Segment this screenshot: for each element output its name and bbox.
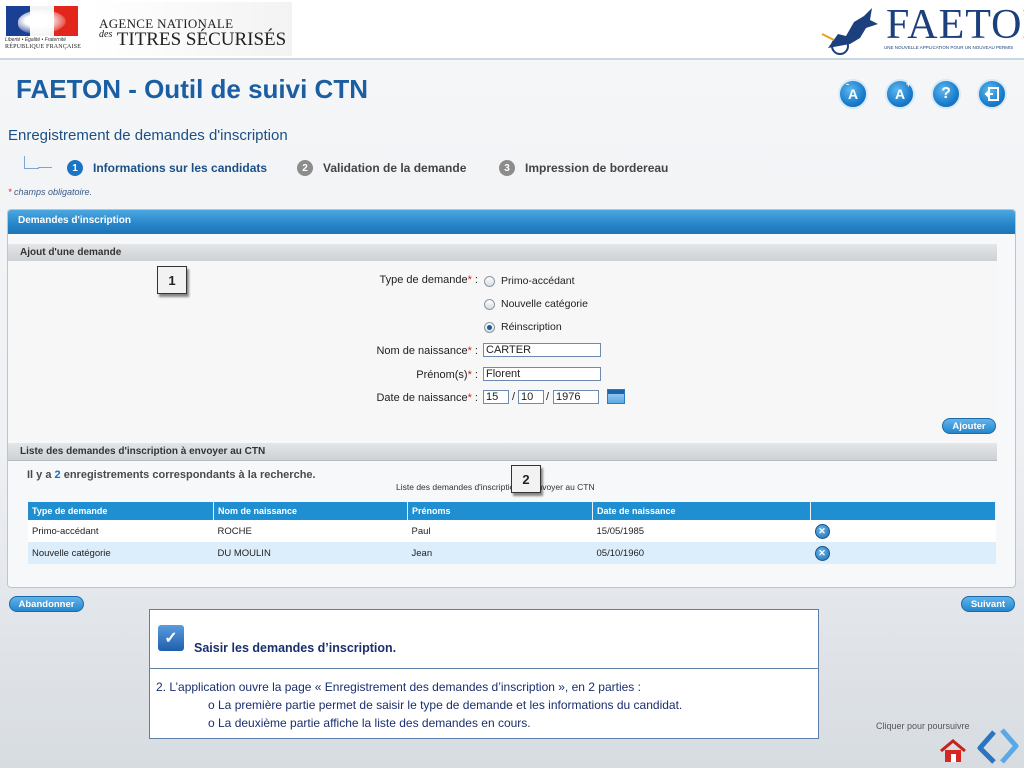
add-request-title: Ajout d'une demande	[20, 247, 122, 258]
instruction-line: 2. L’application ouvre la page « Enregis…	[156, 680, 641, 694]
font-decrease-icon: A-	[845, 79, 859, 102]
instruction-title: Saisir les demandes d’inscription.	[194, 641, 397, 655]
cell-birth-date: 05/10/1960	[592, 542, 811, 564]
requests-table: Type de demande Nom de naissance Prénoms…	[28, 502, 996, 564]
step-candidates-info: 1 Informations sur les candidats	[67, 160, 267, 176]
help-button[interactable]: ?	[931, 79, 961, 109]
faeton-wordmark: FAETON	[886, 2, 1024, 48]
republic-label: RÉPUBLIQUE FRANÇAISE	[5, 44, 82, 50]
home-icon[interactable]	[938, 738, 968, 764]
step-validation: 2 Validation de la demande	[297, 160, 466, 176]
instruction-box: ✓ Saisir les demandes d’inscription. 2. …	[149, 609, 819, 739]
birth-name-input[interactable]: CARTER	[483, 343, 601, 357]
annotation-marker-1: 1	[157, 266, 187, 294]
required-fields-note: * champs obligatoire.	[8, 187, 93, 197]
cell-first-names: Jean	[407, 542, 593, 564]
cell-actions: ✕	[810, 520, 996, 542]
first-name-label: Prénom(s)* :	[416, 369, 478, 381]
step-label: Impression de bordereau	[525, 161, 669, 175]
marianne-logo	[6, 6, 78, 36]
radio-reinscription-label: Réinscription	[501, 321, 562, 333]
table-caption: Liste des demandes d'inscriptions à envo…	[396, 482, 595, 492]
result-count: Il y a 2 enregistrements correspondants …	[27, 469, 316, 481]
checkmark-icon: ✓	[158, 625, 184, 651]
radio-primo-label: Primo-accédant	[501, 275, 575, 287]
continue-hint: Cliquer pour poursuivre	[876, 721, 970, 731]
steps-connector-line	[38, 167, 52, 168]
cell-birth-name: DU MOULIN	[213, 542, 408, 564]
date-separator: /	[512, 391, 516, 403]
request-list-header: Liste des demandes d'inscription à envoy…	[8, 443, 997, 461]
cell-birth-date: 15/05/1985	[592, 520, 811, 542]
logout-icon	[984, 87, 999, 101]
radio-primo[interactable]: Primo-accédant	[484, 275, 575, 287]
annotation-marker-2: 2	[511, 465, 541, 493]
instruction-header: ✓ Saisir les demandes d’inscription.	[150, 610, 818, 669]
instruction-body: 2. L’application ouvre la page « Enregis…	[156, 678, 682, 730]
col-actions	[810, 502, 996, 520]
abandon-button[interactable]: Abandonner	[9, 596, 84, 612]
chariot-icon	[821, 8, 878, 55]
table-row: Primo-accédant ROCHE Paul 15/05/1985 ✕	[28, 520, 996, 542]
request-list-title: Liste des demandes d'inscription à envoy…	[20, 446, 266, 457]
delete-icon[interactable]: ✕	[814, 523, 830, 539]
calendar-icon[interactable]	[607, 389, 625, 404]
wizard-steps: 1 Informations sur les candidats 2 Valid…	[0, 156, 720, 182]
steps-connector	[24, 156, 39, 169]
step-print: 3 Impression de bordereau	[499, 160, 668, 176]
app-title: FAETON - Outil de suivi CTN	[16, 74, 368, 104]
faeton-tagline: UNE NOUVELLE APPLICATION POUR UN NOUVEAU…	[884, 45, 1014, 50]
first-name-input[interactable]: Florent	[483, 367, 601, 381]
cell-type: Nouvelle catégorie	[28, 542, 214, 564]
cell-actions: ✕	[810, 542, 996, 564]
radio-new-category[interactable]: Nouvelle catégorie	[484, 298, 588, 310]
font-increase-icon: A +	[894, 79, 912, 102]
birth-name-label: Nom de naissance* :	[376, 345, 478, 357]
step-label: Informations sur les candidats	[93, 161, 268, 175]
panel-header: Demandes d'inscription	[8, 210, 1015, 234]
instruction-bullet: o La deuxième partie affiche la liste de…	[208, 716, 531, 730]
add-request-header: Ajout d'une demande	[8, 244, 997, 262]
instruction-bullet: o La première partie permet de saisir le…	[208, 698, 683, 712]
type-label: Type de demande* :	[379, 274, 478, 286]
col-first-names[interactable]: Prénoms	[407, 502, 593, 520]
step-number-2: 2	[297, 160, 313, 176]
col-type[interactable]: Type de demande	[28, 502, 214, 520]
birth-day-input[interactable]: 15	[483, 390, 509, 404]
table-row: Nouvelle catégorie DU MOULIN Jean 05/10/…	[28, 542, 996, 564]
col-birth-name[interactable]: Nom de naissance	[213, 502, 408, 520]
radio-reinscription[interactable]: Réinscription	[484, 321, 562, 333]
radio-new-category-label: Nouvelle catégorie	[501, 298, 588, 310]
cell-type: Primo-accédant	[28, 520, 214, 542]
panel-title: Demandes d'inscription	[18, 215, 131, 226]
top-banner: Liberté • Égalité • Fraternité RÉPUBLIQU…	[0, 0, 1024, 60]
col-birth-date[interactable]: Date de naissance	[592, 502, 811, 520]
next-button[interactable]: Suivant	[961, 596, 1015, 612]
add-button[interactable]: Ajouter	[942, 418, 996, 434]
date-separator: /	[546, 391, 550, 403]
delete-icon[interactable]: ✕	[814, 545, 830, 561]
ants-logo-line2: des TITRES SÉCURISÉS	[99, 29, 287, 50]
radio-new-category-control[interactable]	[484, 298, 495, 310]
font-decrease-button[interactable]: A-	[838, 79, 868, 109]
radio-reinscription-control[interactable]	[484, 321, 495, 333]
table-header-row: Type de demande Nom de naissance Prénoms…	[28, 502, 996, 520]
prev-next-arrows-icon[interactable]	[976, 726, 1020, 766]
republic-motto: Liberté • Égalité • Fraternité	[5, 37, 67, 43]
radio-primo-control[interactable]	[484, 275, 495, 287]
step-number-1: 1	[67, 160, 83, 176]
step-label: Validation de la demande	[323, 161, 467, 175]
font-increase-button[interactable]: A +	[885, 79, 915, 109]
birth-date-label: Date de naissance* :	[376, 392, 478, 404]
step-number-3: 3	[499, 160, 515, 176]
section-title: Enregistrement de demandes d'inscription	[8, 127, 288, 144]
birth-year-input[interactable]: 1976	[553, 390, 599, 404]
logout-button[interactable]	[977, 79, 1007, 109]
cell-first-names: Paul	[407, 520, 593, 542]
cell-birth-name: ROCHE	[213, 520, 408, 542]
help-icon: ?	[941, 85, 951, 102]
birth-month-input[interactable]: 10	[518, 390, 544, 404]
